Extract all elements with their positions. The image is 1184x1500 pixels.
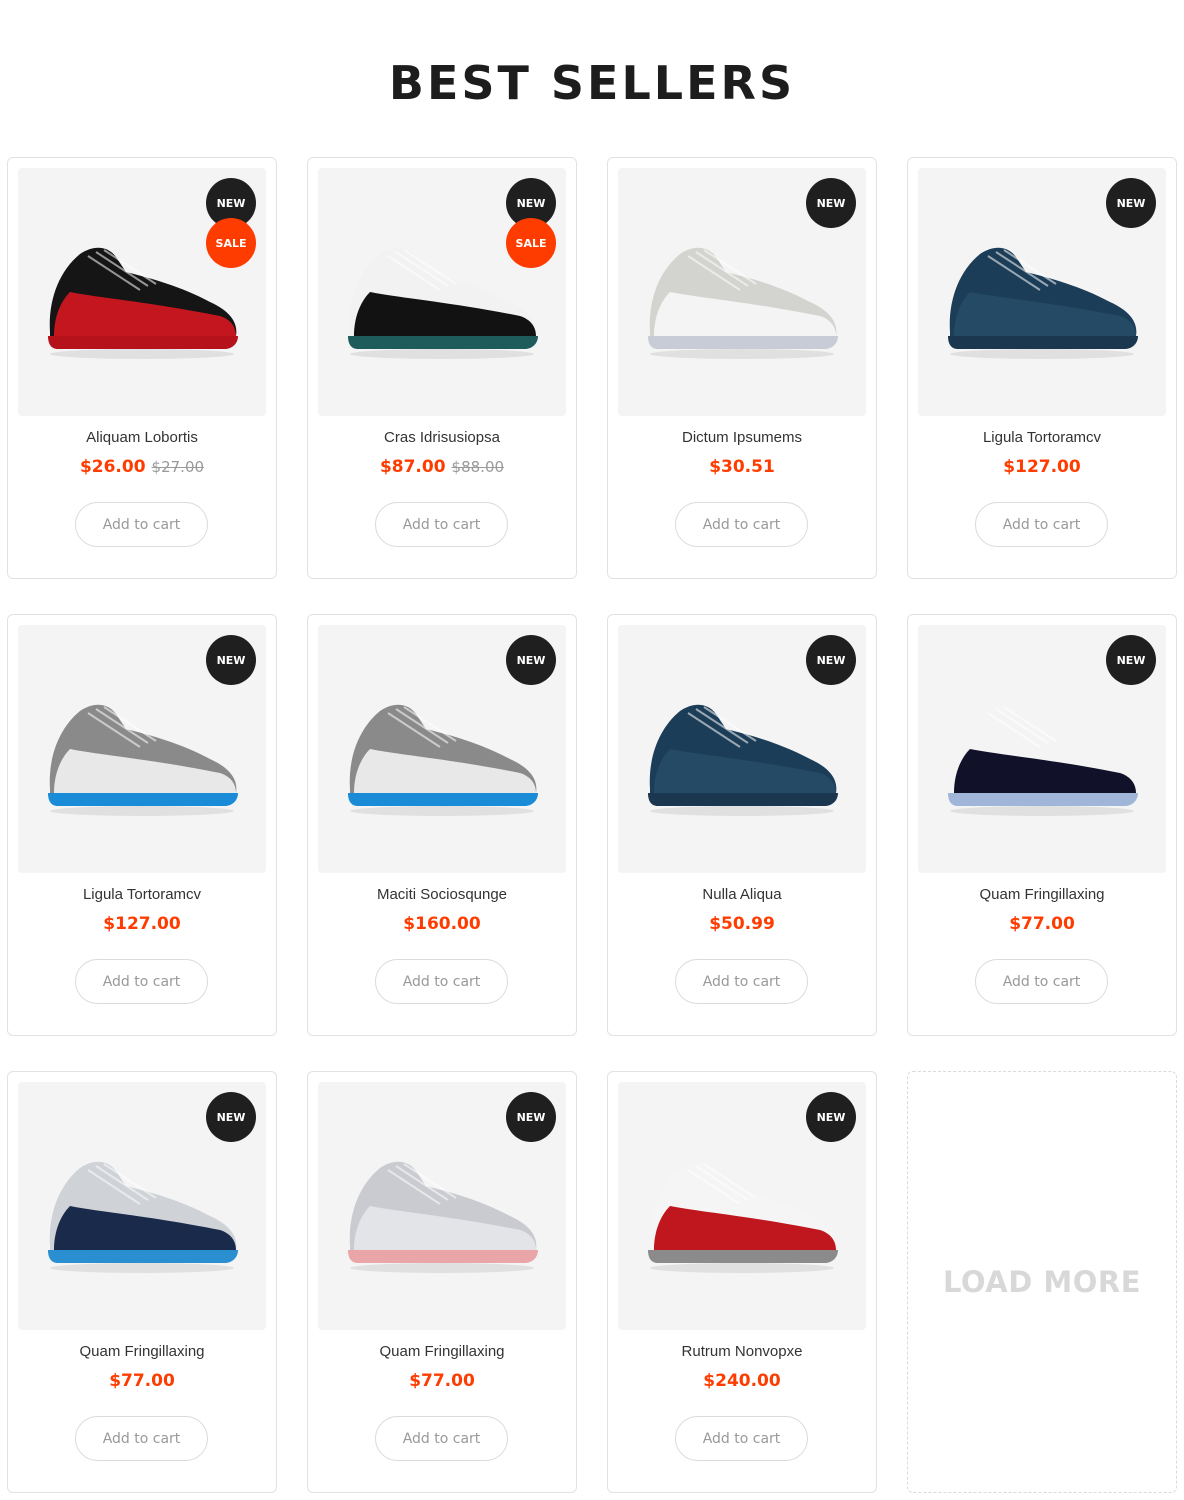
sale-badge: SALE bbox=[506, 218, 556, 268]
current-price: $77.00 bbox=[409, 1371, 475, 1391]
product-card[interactable]: NEW Nulla Aliqua $50.99 Add to cart bbox=[607, 614, 877, 1036]
add-to-cart-button[interactable]: Add to cart bbox=[675, 502, 808, 547]
product-image[interactable]: NEW SALE bbox=[318, 168, 566, 416]
new-badge: NEW bbox=[206, 635, 256, 685]
add-to-cart-button[interactable]: Add to cart bbox=[975, 959, 1108, 1004]
current-price: $87.00 bbox=[379, 457, 446, 477]
current-price: $26.00 bbox=[79, 457, 146, 477]
product-image[interactable]: NEW bbox=[618, 625, 866, 873]
product-image[interactable]: NEW bbox=[618, 1082, 866, 1330]
price-row: $127.00 bbox=[8, 914, 276, 934]
product-card[interactable]: NEW Rutrum Nonvopxe $240.00 Add to cart bbox=[607, 1071, 877, 1493]
product-image[interactable]: NEW bbox=[318, 1082, 566, 1330]
current-price: $30.51 bbox=[709, 457, 775, 477]
sneaker-image bbox=[648, 247, 838, 359]
product-name[interactable]: Cras Idrisusiopsa bbox=[308, 429, 576, 446]
new-badge: NEW bbox=[506, 635, 556, 685]
sale-badge: SALE bbox=[206, 218, 256, 268]
current-price: $240.00 bbox=[703, 1371, 781, 1391]
product-card[interactable]: NEW Maciti Sociosqunge $160.00 Add to ca… bbox=[307, 614, 577, 1036]
product-image[interactable]: NEW bbox=[318, 625, 566, 873]
product-image[interactable]: NEW bbox=[918, 168, 1166, 416]
price-row: $127.00 bbox=[908, 457, 1176, 477]
current-price: $160.00 bbox=[403, 914, 481, 934]
add-to-cart-button[interactable]: Add to cart bbox=[675, 1416, 808, 1461]
product-card[interactable]: NEW Quam Fringillaxing $77.00 Add to car… bbox=[307, 1071, 577, 1493]
add-to-cart-button[interactable]: Add to cart bbox=[675, 959, 808, 1004]
old-price: $88.00 bbox=[451, 458, 505, 476]
new-badge: NEW bbox=[1106, 178, 1156, 228]
product-name[interactable]: Ligula Tortoramcv bbox=[8, 886, 276, 903]
load-more-button[interactable]: LOAD MORE bbox=[907, 1071, 1177, 1493]
new-badge: NEW bbox=[1106, 635, 1156, 685]
add-to-cart-button[interactable]: Add to cart bbox=[375, 1416, 508, 1461]
product-name[interactable]: Maciti Sociosqunge bbox=[308, 886, 576, 903]
price-row: $77.00 bbox=[8, 1371, 276, 1391]
new-badge: NEW bbox=[806, 1092, 856, 1142]
load-more-label: LOAD MORE bbox=[942, 1265, 1142, 1299]
price-row: $87.00 $88.00 bbox=[308, 457, 576, 477]
product-image[interactable]: NEW bbox=[618, 168, 866, 416]
product-card[interactable]: NEW Dictum Ipsumems $30.51 Add to cart bbox=[607, 157, 877, 579]
price-row: $26.00 $27.00 bbox=[8, 457, 276, 477]
product-card[interactable]: NEW Quam Fringillaxing $77.00 Add to car… bbox=[7, 1071, 277, 1493]
product-name[interactable]: Dictum Ipsumems bbox=[608, 429, 876, 446]
price-row: $160.00 bbox=[308, 914, 576, 934]
old-price: $27.00 bbox=[151, 458, 205, 476]
product-image[interactable]: NEW bbox=[918, 625, 1166, 873]
current-price: $127.00 bbox=[1003, 457, 1081, 477]
sneaker-image bbox=[648, 704, 838, 816]
current-price: $77.00 bbox=[1009, 914, 1075, 934]
sneaker-image bbox=[348, 1161, 538, 1273]
add-to-cart-button[interactable]: Add to cart bbox=[75, 502, 208, 547]
sneaker-image bbox=[648, 1161, 838, 1273]
current-price: $77.00 bbox=[109, 1371, 175, 1391]
sneaker-image bbox=[348, 704, 538, 816]
price-row: $30.51 bbox=[608, 457, 876, 477]
add-to-cart-button[interactable]: Add to cart bbox=[375, 959, 508, 1004]
price-row: $50.99 bbox=[608, 914, 876, 934]
new-badge: NEW bbox=[806, 178, 856, 228]
new-badge: NEW bbox=[206, 1092, 256, 1142]
add-to-cart-button[interactable]: Add to cart bbox=[75, 959, 208, 1004]
price-row: $77.00 bbox=[908, 914, 1176, 934]
product-card[interactable]: NEW SALE Cras Idrisusiopsa $87.00 $88.00 A… bbox=[307, 157, 577, 579]
price-row: $240.00 bbox=[608, 1371, 876, 1391]
current-price: $50.99 bbox=[709, 914, 775, 934]
product-card[interactable]: NEW Ligula Tortoramcv $127.00 Add to car… bbox=[7, 614, 277, 1036]
sneaker-image bbox=[948, 247, 1138, 359]
new-badge: NEW bbox=[806, 635, 856, 685]
product-image[interactable]: NEW bbox=[18, 625, 266, 873]
product-name[interactable]: Nulla Aliqua bbox=[608, 886, 876, 903]
product-card[interactable]: NEW Ligula Tortoramcv $127.00 Add to car… bbox=[907, 157, 1177, 579]
product-image[interactable]: NEW bbox=[18, 1082, 266, 1330]
product-name[interactable]: Quam Fringillaxing bbox=[908, 886, 1176, 903]
product-name[interactable]: Ligula Tortoramcv bbox=[908, 429, 1176, 446]
product-card[interactable]: NEW SALE Aliquam Lobortis $26.00 $27.00 Ad… bbox=[7, 157, 277, 579]
product-name[interactable]: Quam Fringillaxing bbox=[308, 1343, 576, 1360]
product-name[interactable]: Rutrum Nonvopxe bbox=[608, 1343, 876, 1360]
section-title: BEST SELLERS bbox=[388, 56, 796, 110]
product-image[interactable]: NEW SALE bbox=[18, 168, 266, 416]
sneaker-image bbox=[948, 704, 1138, 816]
sneaker-image bbox=[48, 1161, 238, 1273]
product-name[interactable]: Quam Fringillaxing bbox=[8, 1343, 276, 1360]
add-to-cart-button[interactable]: Add to cart bbox=[75, 1416, 208, 1461]
product-name[interactable]: Aliquam Lobortis bbox=[8, 429, 276, 446]
price-row: $77.00 bbox=[308, 1371, 576, 1391]
add-to-cart-button[interactable]: Add to cart bbox=[375, 502, 508, 547]
sneaker-image bbox=[48, 704, 238, 816]
add-to-cart-button[interactable]: Add to cart bbox=[975, 502, 1108, 547]
product-card[interactable]: NEW Quam Fringillaxing $77.00 Add to car… bbox=[907, 614, 1177, 1036]
current-price: $127.00 bbox=[103, 914, 181, 934]
new-badge: NEW bbox=[506, 1092, 556, 1142]
